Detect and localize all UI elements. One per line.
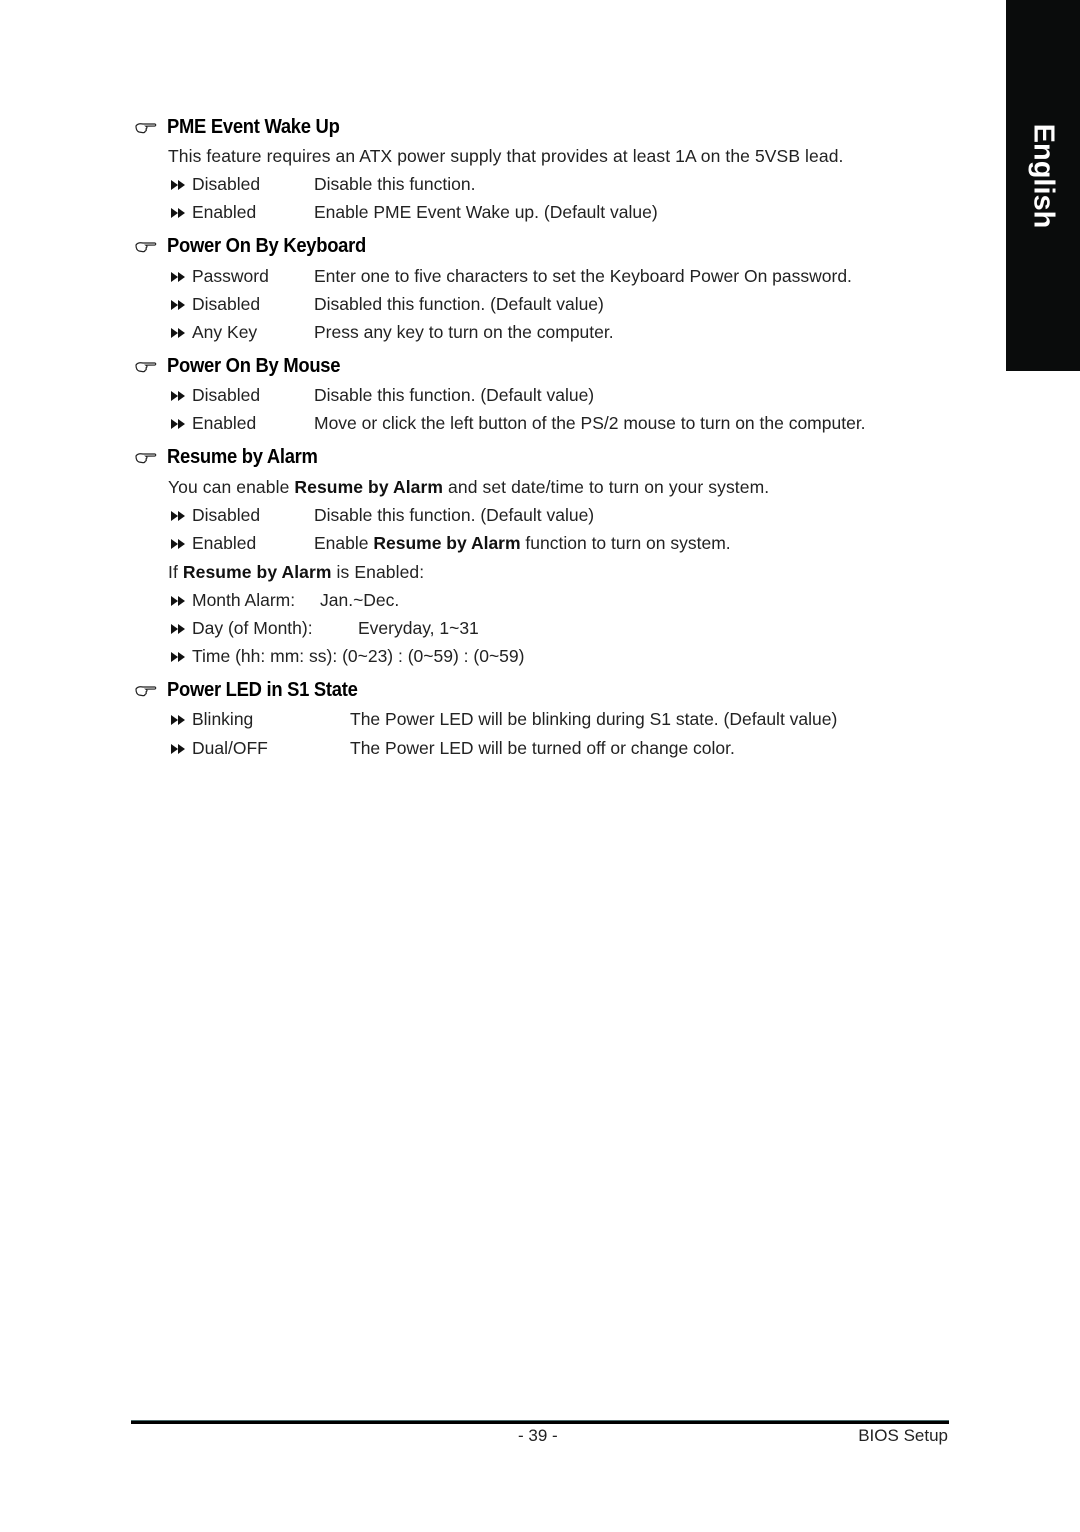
option-description: Enter one to five characters to set the … xyxy=(314,266,852,286)
option-label: Enabled xyxy=(170,201,256,223)
section-heading: Resume by Alarm xyxy=(135,444,331,470)
option-label: Enabled xyxy=(170,532,256,554)
pointing-hand-icon xyxy=(135,240,157,253)
pointing-hand-icon xyxy=(135,360,157,373)
option-description: The Power LED will be blinking during S1… xyxy=(350,709,838,729)
double-arrow-icon xyxy=(170,418,187,430)
option-label: Password xyxy=(170,265,269,287)
option-label: Disabled xyxy=(170,504,260,526)
option-label: Dual/OFF xyxy=(170,737,268,759)
option-label: Disabled xyxy=(170,173,260,195)
double-arrow-icon xyxy=(170,179,187,191)
double-arrow-icon xyxy=(170,510,187,522)
double-arrow-icon xyxy=(170,390,187,402)
option-description: Disable this function. xyxy=(314,174,476,194)
section-heading: Power On By Mouse xyxy=(135,353,355,379)
option-label: Enabled xyxy=(170,412,256,434)
double-arrow-icon xyxy=(170,327,187,339)
language-tab: English xyxy=(1006,0,1080,371)
option-description: Move or click the left button of the PS/… xyxy=(314,413,866,433)
double-arrow-icon xyxy=(170,299,187,311)
language-tab-label: English xyxy=(1027,123,1060,229)
chapter-title: BIOS Setup xyxy=(858,1426,948,1445)
alarm-field-month-value: Jan.~Dec. xyxy=(320,590,400,610)
option-description: The Power LED will be turned off or chan… xyxy=(350,738,735,758)
double-arrow-icon xyxy=(170,743,187,755)
pointing-hand-icon xyxy=(135,121,157,134)
double-arrow-icon xyxy=(170,595,187,607)
section-heading: Power LED in S1 State xyxy=(135,677,374,703)
alarm-field-time-value: (0~23) : (0~59) : (0~59) xyxy=(342,646,525,666)
pointing-hand-icon xyxy=(135,451,157,464)
section-title: Resume by Alarm xyxy=(167,445,318,468)
footer-divider xyxy=(131,1421,949,1424)
alarm-field-day: Day (of Month): xyxy=(170,617,313,639)
section-heading: Power On By Keyboard xyxy=(135,233,383,259)
option-label: Disabled xyxy=(170,384,260,406)
alarm-field-month: Month Alarm: xyxy=(170,589,295,611)
option-description: Enable Resume by Alarm function to turn … xyxy=(314,533,731,553)
section-title: Power On By Mouse xyxy=(167,354,341,377)
alarm-condition: If Resume by Alarm is Enabled: xyxy=(168,562,425,582)
section-title: PME Event Wake Up xyxy=(167,115,340,138)
option-description: Disabled this function. (Default value) xyxy=(314,294,604,314)
section-intro: You can enable Resume by Alarm and set d… xyxy=(168,477,770,497)
section-heading: PME Event Wake Up xyxy=(135,114,355,140)
option-label: Any Key xyxy=(170,321,257,343)
section-title: Power LED in S1 State xyxy=(167,678,358,701)
section-title: Power On By Keyboard xyxy=(167,234,366,257)
double-arrow-icon xyxy=(170,714,187,726)
double-arrow-icon xyxy=(170,651,187,663)
option-description: Enable PME Event Wake up. (Default value… xyxy=(314,202,658,222)
alarm-field-time: Time (hh: mm: ss): (0~23) : (0~59) : (0~… xyxy=(170,645,524,667)
page-number: - 39 - xyxy=(518,1426,558,1445)
option-description: Disable this function. (Default value) xyxy=(314,505,595,525)
pointing-hand-icon xyxy=(135,684,157,697)
option-label: Disabled xyxy=(170,293,260,315)
option-description: Press any key to turn on the computer. xyxy=(314,322,614,342)
double-arrow-icon xyxy=(170,271,187,283)
double-arrow-icon xyxy=(170,207,187,219)
option-label: Blinking xyxy=(170,708,253,730)
double-arrow-icon xyxy=(170,538,187,550)
option-description: Disable this function. (Default value) xyxy=(314,385,595,405)
section-intro: This feature requires an ATX power suppl… xyxy=(168,146,844,166)
double-arrow-icon xyxy=(170,623,187,635)
alarm-field-day-value: Everyday, 1~31 xyxy=(358,618,479,638)
